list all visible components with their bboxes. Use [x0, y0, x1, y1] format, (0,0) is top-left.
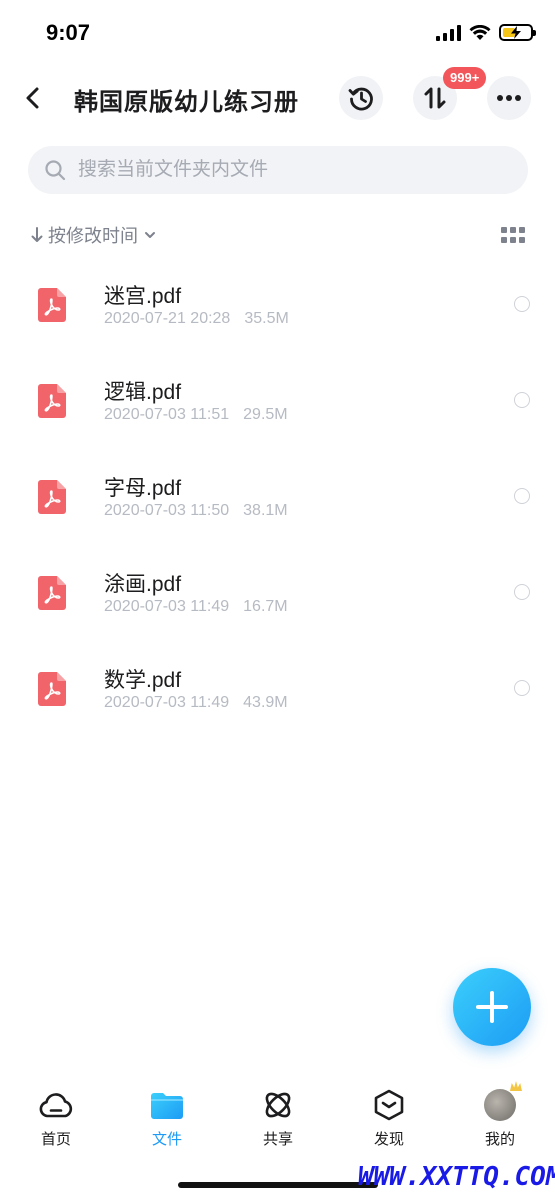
home-indicator: [178, 1182, 378, 1188]
share-orbit-icon: [265, 1092, 291, 1118]
tab-bar: 首页 文件 共享 发现 我的: [0, 1080, 555, 1160]
tab-home[interactable]: 首页: [16, 1088, 96, 1149]
search-input[interactable]: [76, 158, 500, 182]
file-date: 2020-07-03 11:51: [104, 406, 230, 423]
list-item[interactable]: 逻辑.pdf 2020-07-03 11:51 29.5M: [0, 354, 555, 450]
file-name: 涂画.pdf: [104, 573, 182, 596]
tab-discover[interactable]: 发现: [349, 1088, 429, 1149]
tab-share[interactable]: 共享: [238, 1088, 318, 1149]
tab-label: 发现: [373, 1131, 404, 1148]
file-list: 迷宫.pdf 2020-07-21 20:28 35.5M 逻辑.pdf 2020…: [0, 258, 555, 738]
select-checkbox[interactable]: [514, 488, 530, 504]
file-name: 迷宫.pdf: [104, 285, 182, 308]
file-name: 字母.pdf: [104, 477, 182, 500]
page-title: 韩国原版幼儿练习册: [74, 89, 299, 116]
search-icon: [45, 160, 66, 181]
file-size: 35.5M: [244, 310, 289, 327]
chevron-left-icon: [26, 87, 39, 109]
select-checkbox[interactable]: [514, 296, 530, 312]
file-meta: 2020-07-03 11:49 43.9M: [104, 694, 288, 712]
file-meta: 2020-07-21 20:28 35.5M: [104, 310, 289, 328]
list-item[interactable]: 字母.pdf 2020-07-03 11:50 38.1M: [0, 450, 555, 546]
tab-profile[interactable]: 我的: [460, 1088, 540, 1149]
file-date: 2020-07-03 11:49: [104, 598, 230, 615]
avatar: [484, 1089, 516, 1121]
pdf-file-icon: [38, 576, 66, 610]
wifi-icon: [469, 24, 491, 40]
sort-label: 按修改时间: [48, 226, 138, 246]
history-button[interactable]: [339, 76, 383, 120]
discover-cube-icon: [374, 1089, 404, 1121]
file-meta: 2020-07-03 11:51 29.5M: [104, 406, 288, 424]
list-item[interactable]: 数学.pdf 2020-07-03 11:49 43.9M: [0, 642, 555, 738]
add-button[interactable]: [453, 968, 531, 1046]
select-checkbox[interactable]: [514, 392, 530, 408]
file-name: 逻辑.pdf: [104, 381, 182, 404]
file-size: 29.5M: [243, 406, 288, 423]
plus-icon: [476, 991, 508, 1023]
cloud-icon: [39, 1093, 73, 1118]
watermark: WWW.XXTTQ.COM: [358, 1162, 555, 1192]
more-dots-icon: [497, 95, 521, 101]
folder-icon: [151, 1093, 183, 1119]
tab-label: 首页: [40, 1131, 71, 1148]
cellular-signal-icon: [436, 24, 461, 41]
list-item[interactable]: 涂画.pdf 2020-07-03 11:49 16.7M: [0, 546, 555, 642]
file-size: 43.9M: [243, 694, 288, 711]
transfer-count-badge: 999+: [443, 67, 487, 89]
back-button[interactable]: [14, 78, 50, 118]
transfer-arrows-icon: [424, 87, 446, 109]
file-size: 38.1M: [243, 502, 288, 519]
status-icons: [436, 24, 536, 41]
more-button[interactable]: [487, 76, 531, 120]
tab-label: 共享: [262, 1131, 293, 1148]
pdf-file-icon: [38, 384, 66, 418]
file-size: 16.7M: [243, 598, 288, 615]
pdf-file-icon: [38, 480, 66, 514]
tab-label: 文件: [151, 1131, 182, 1148]
list-item[interactable]: 迷宫.pdf 2020-07-21 20:28 35.5M: [0, 258, 555, 354]
file-name: 数学.pdf: [104, 669, 182, 692]
status-time: 9:07: [46, 20, 91, 45]
file-meta: 2020-07-03 11:50 38.1M: [104, 502, 288, 520]
tab-label: 我的: [484, 1131, 515, 1148]
file-meta: 2020-07-03 11:49 16.7M: [104, 598, 288, 616]
status-bar: 9:07: [0, 0, 555, 68]
battery-charging-icon: [499, 24, 536, 41]
grid-view-icon[interactable]: [501, 227, 527, 245]
select-checkbox[interactable]: [514, 680, 530, 696]
select-checkbox[interactable]: [514, 584, 530, 600]
sort-selector[interactable]: 按修改时间: [30, 222, 156, 248]
file-date: 2020-07-21 20:28: [104, 310, 231, 327]
file-date: 2020-07-03 11:49: [104, 694, 230, 711]
file-date: 2020-07-03 11:50: [104, 502, 230, 519]
chevron-down-icon: [145, 232, 155, 238]
tab-files[interactable]: 文件: [127, 1088, 207, 1149]
nav-bar: 韩国原版幼儿练习册 999+: [0, 67, 555, 130]
search-box[interactable]: [28, 146, 528, 194]
history-icon: [348, 87, 373, 111]
pdf-file-icon: [38, 672, 66, 706]
pdf-file-icon: [38, 288, 66, 322]
arrow-down-icon: [31, 227, 43, 242]
